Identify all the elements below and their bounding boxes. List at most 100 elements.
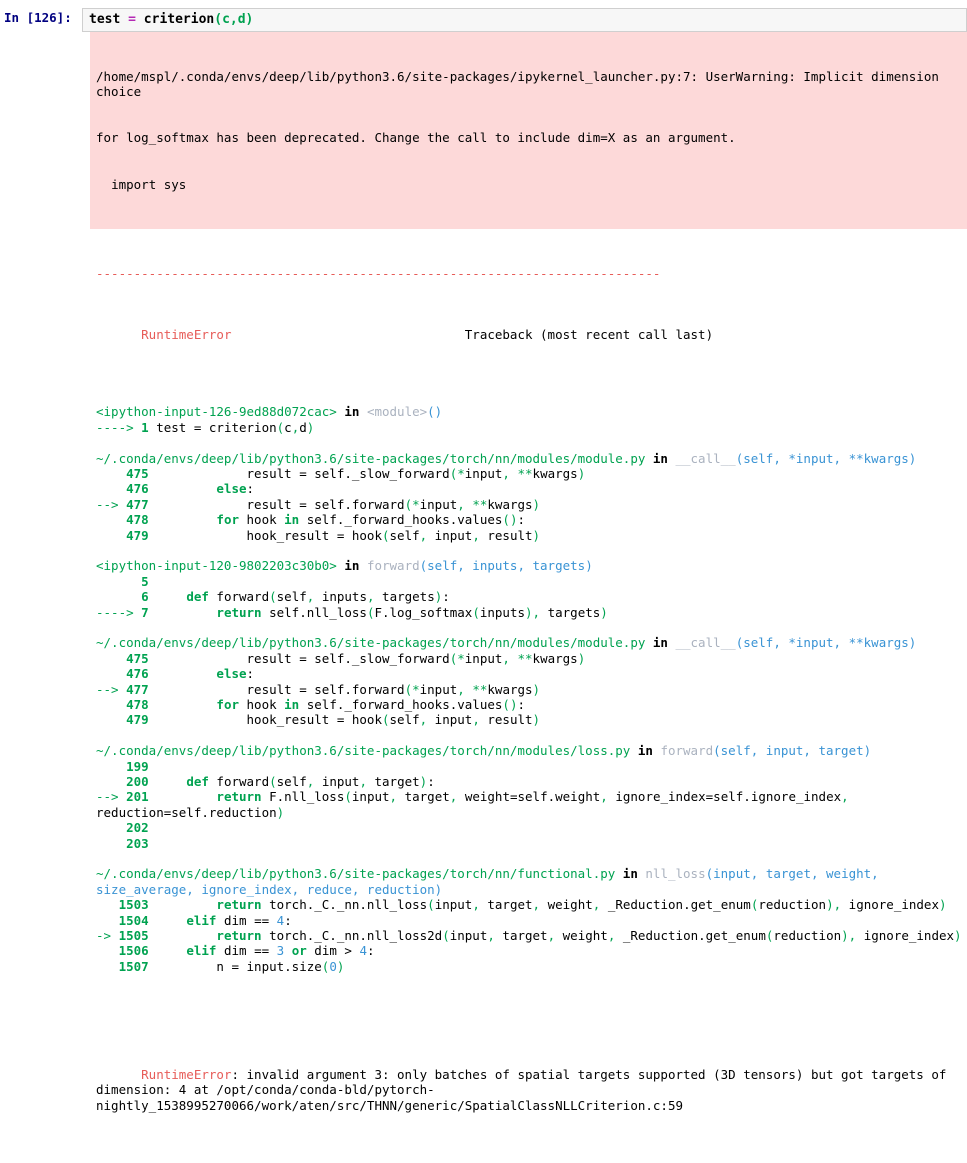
code-token: (: [766, 928, 774, 943]
line-number: 1506: [119, 943, 149, 958]
line-marker: [96, 820, 126, 835]
code-token: ,: [533, 897, 541, 912]
code-token: input: [420, 682, 458, 697]
code-token: ): [533, 528, 541, 543]
code-token: test = criterion: [149, 420, 277, 435]
code-token: :: [284, 913, 292, 928]
code-token: :: [442, 589, 450, 604]
code-token: (: [427, 897, 435, 912]
code-token: return: [216, 605, 261, 620]
line-marker: [96, 697, 126, 712]
code-token: (*: [450, 651, 465, 666]
line-number: 476: [126, 666, 149, 681]
code-token: [149, 512, 217, 527]
frame-location: <ipython-input-126-9ed88d072cac>: [96, 404, 337, 419]
code-token: for: [216, 512, 239, 527]
line-marker: [96, 512, 126, 527]
traceback-separator: ----------------------------------------…: [96, 266, 963, 281]
line-number: 7: [141, 605, 149, 620]
code-token: targets: [540, 605, 600, 620]
code-token: weight=self.weight: [457, 789, 600, 804]
code-token: ): [578, 651, 586, 666]
code-token: in: [284, 512, 299, 527]
code-token: **: [517, 651, 532, 666]
input-cell-row: In [126]: test = criterion(c,d): [0, 0, 967, 32]
code-token: ): [277, 805, 285, 820]
code-token: hook_result = hook: [149, 528, 382, 543]
code-token: c: [284, 420, 292, 435]
line-code: return torch._C._nn.nll_loss(input, targ…: [149, 897, 947, 912]
code-token: [149, 774, 187, 789]
line-marker: [96, 466, 126, 481]
code-token: [149, 589, 187, 604]
code-token: ,: [307, 774, 315, 789]
traceback-code-line: --> 477 result = self.forward(*input, **…: [96, 682, 963, 697]
frame-in-keyword: in: [337, 404, 367, 419]
code-token: or: [292, 943, 307, 958]
code-token: inputs: [480, 605, 525, 620]
code-token: self._forward_hooks.values: [299, 512, 502, 527]
code-token: :: [367, 943, 375, 958]
code-token: hook_result = hook: [149, 712, 382, 727]
traceback-frame-header: ~/.conda/envs/deep/lib/python3.6/site-pa…: [96, 743, 963, 758]
line-code: test = criterion(c,d): [149, 420, 315, 435]
code-token: [149, 605, 217, 620]
code-token: ): [954, 928, 962, 943]
line-code: for hook in self._forward_hooks.values()…: [149, 512, 525, 527]
line-code: hook_result = hook(self, input, result): [149, 712, 540, 727]
traceback-frame-header: <ipython-input-120-9802203c30b0> in forw…: [96, 558, 963, 573]
code-token: elif: [186, 943, 216, 958]
code-token: targets: [375, 589, 435, 604]
code-token: target: [495, 928, 548, 943]
traceback-code-line: --> 477 result = self.forward(*input, **…: [96, 497, 963, 512]
code-token: self: [390, 712, 420, 727]
code-operator-assign: =: [120, 12, 143, 27]
frame-signature: (): [427, 404, 442, 419]
code-token: result = self._slow_forward: [149, 651, 450, 666]
code-token: result = self.forward: [149, 682, 405, 697]
traceback-code-line: -> 1505 return torch._C._nn.nll_loss2d(i…: [96, 928, 963, 943]
line-marker: [96, 666, 126, 681]
frame-in-keyword: in: [630, 743, 660, 758]
code-token: return: [216, 928, 261, 943]
input-prompt-label: In [126]:: [0, 8, 82, 27]
code-token: result: [480, 528, 533, 543]
warning-line-1: /home/mspl/.conda/envs/deep/lib/python3.…: [96, 69, 963, 100]
code-token: (: [751, 897, 759, 912]
code-token: ,: [457, 682, 465, 697]
line-code: else:: [149, 666, 254, 681]
code-input-cell[interactable]: test = criterion(c,d): [82, 8, 967, 32]
code-token: reduction: [758, 897, 826, 912]
code-token: ): [533, 497, 541, 512]
line-number: 477: [126, 497, 149, 512]
code-token: d: [299, 420, 307, 435]
line-marker: [96, 774, 126, 789]
code-input-text[interactable]: test = criterion(c,d): [89, 11, 962, 28]
code-token: hook: [239, 512, 284, 527]
code-token: dim >: [307, 943, 360, 958]
traceback-code-line: 479 hook_result = hook(self, input, resu…: [96, 712, 963, 727]
code-token: (: [382, 712, 390, 727]
code-token: ,: [472, 528, 480, 543]
code-token: input: [435, 897, 473, 912]
frame-in-keyword: in: [337, 558, 367, 573]
code-token: ,: [367, 589, 375, 604]
line-code: return self.nll_loss(F.log_softmax(input…: [149, 605, 608, 620]
code-token: _Reduction.get_enum: [600, 897, 751, 912]
code-token: ): [533, 682, 541, 697]
code-token: self: [277, 589, 307, 604]
traceback-header-right: Traceback (most recent call last): [465, 327, 713, 342]
code-token: def: [186, 774, 209, 789]
code-token: weight: [555, 928, 608, 943]
traceback-block: ----------------------------------------…: [90, 229, 967, 1163]
line-marker: [96, 528, 126, 543]
frame-location: ~/.conda/envs/deep/lib/python3.6/site-pa…: [96, 866, 615, 881]
line-number: 199: [126, 759, 149, 774]
line-code: return F.nll_loss(input, target, weight=…: [96, 789, 856, 819]
code-token: ): [533, 712, 541, 727]
line-number: 1507: [119, 959, 149, 974]
line-marker: [96, 913, 119, 928]
frame-in-keyword: in: [645, 635, 675, 650]
line-number: 201: [126, 789, 149, 804]
code-token: ): [939, 897, 947, 912]
